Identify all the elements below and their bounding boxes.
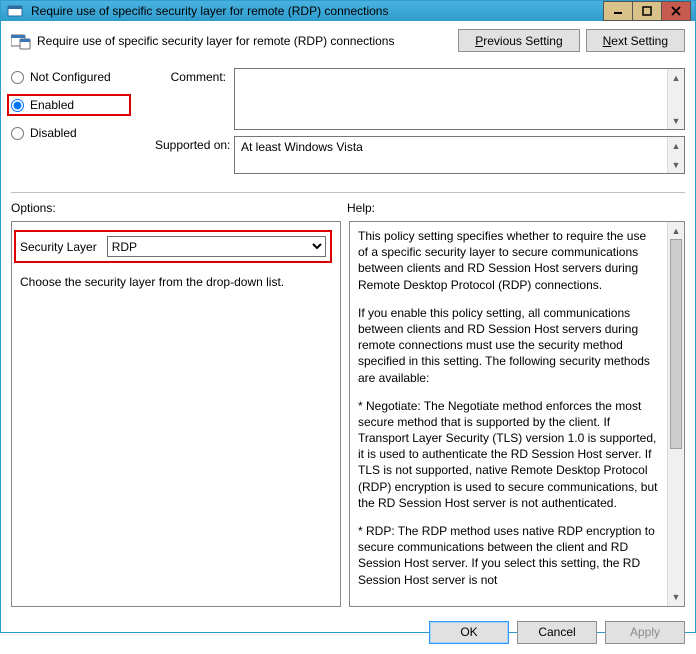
radio-not-configured-label: Not Configured xyxy=(30,70,111,84)
radio-disabled-input[interactable] xyxy=(11,127,24,140)
ok-button[interactable]: OK xyxy=(429,621,509,644)
help-text: This policy setting specifies whether to… xyxy=(350,222,667,606)
comment-scrollbar[interactable]: ▲ ▼ xyxy=(667,69,684,129)
radio-enabled-input[interactable] xyxy=(11,99,24,112)
security-layer-label: Security Layer xyxy=(20,240,97,254)
close-button[interactable] xyxy=(661,1,691,21)
help-paragraph: * Negotiate: The Negotiate method enforc… xyxy=(358,398,659,511)
scroll-thumb[interactable] xyxy=(670,239,682,449)
help-paragraph: If you enable this policy setting, all c… xyxy=(358,305,659,386)
help-paragraph: This policy setting specifies whether to… xyxy=(358,228,659,293)
window-title: Require use of specific security layer f… xyxy=(29,4,604,18)
panels: Security Layer RDP Choose the security l… xyxy=(11,221,685,607)
help-label: Help: xyxy=(347,201,685,215)
help-paragraph: * RDP: The RDP method uses native RDP en… xyxy=(358,523,659,588)
scroll-down-icon[interactable]: ▼ xyxy=(668,589,684,606)
scroll-up-icon[interactable]: ▲ xyxy=(668,222,684,239)
scroll-up-icon[interactable]: ▲ xyxy=(668,69,684,86)
header-title: Require use of specific security layer f… xyxy=(37,34,452,48)
supported-scrollbar[interactable]: ▲ ▼ xyxy=(667,137,684,173)
divider xyxy=(11,192,685,193)
panel-labels: Options: Help: xyxy=(11,201,685,215)
help-scrollbar[interactable]: ▲ ▼ xyxy=(667,222,684,606)
radio-not-configured-input[interactable] xyxy=(11,71,24,84)
radio-not-configured[interactable]: Not Configured xyxy=(11,70,151,84)
options-hint: Choose the security layer from the drop-… xyxy=(20,275,332,289)
titlebar: Require use of specific security layer f… xyxy=(1,1,695,21)
policy-icon xyxy=(11,31,31,51)
dialog-buttons: OK Cancel Apply xyxy=(11,613,685,644)
maximize-button[interactable] xyxy=(632,1,662,21)
scroll-down-icon[interactable]: ▼ xyxy=(668,112,684,129)
options-label: Options: xyxy=(11,201,347,215)
comment-label: Comment: xyxy=(155,68,230,84)
window-controls xyxy=(604,1,691,21)
previous-setting-button[interactable]: Previous Setting xyxy=(458,29,579,52)
app-icon xyxy=(1,3,29,19)
scroll-track[interactable] xyxy=(668,239,684,589)
supported-label: Supported on: xyxy=(155,136,230,152)
radio-disabled-label: Disabled xyxy=(30,126,77,140)
options-panel: Security Layer RDP Choose the security l… xyxy=(11,221,341,607)
supported-textbox: At least Windows Vista ▲ ▼ xyxy=(234,136,685,174)
scroll-down-icon[interactable]: ▼ xyxy=(668,156,684,173)
radio-enabled[interactable]: Enabled xyxy=(11,98,125,112)
state-area: Not Configured Enabled Disabled Comment: xyxy=(11,68,685,180)
security-layer-select[interactable]: RDP xyxy=(107,236,326,257)
scroll-up-icon[interactable]: ▲ xyxy=(668,137,684,154)
policy-dialog: Require use of specific security layer f… xyxy=(0,0,696,633)
header-row: Require use of specific security layer f… xyxy=(11,29,685,62)
apply-button[interactable]: Apply xyxy=(605,621,685,644)
radio-disabled[interactable]: Disabled xyxy=(11,126,151,140)
cancel-button[interactable]: Cancel xyxy=(517,621,597,644)
next-setting-button[interactable]: Next Setting xyxy=(586,29,685,52)
supported-value: At least Windows Vista xyxy=(235,137,667,173)
radio-enabled-label: Enabled xyxy=(30,98,74,112)
security-layer-row: Security Layer RDP xyxy=(14,230,332,263)
comment-textbox[interactable]: ▲ ▼ xyxy=(234,68,685,130)
minimize-button[interactable] xyxy=(603,1,633,21)
help-panel: This policy setting specifies whether to… xyxy=(349,221,685,607)
